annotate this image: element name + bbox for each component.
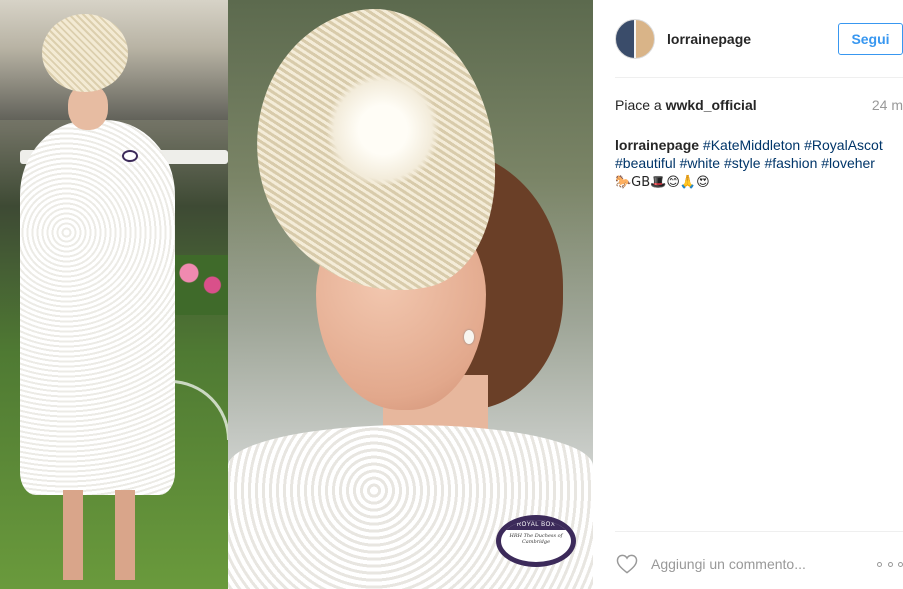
post-viewer: ROYAL BOX HRH The Duchess of Cambridge l… — [0, 0, 903, 589]
badge-title: ROYAL BOX — [501, 520, 571, 530]
post-header: lorrainepage Segui — [615, 0, 903, 78]
hashtag-link[interactable]: #RoyalAscot — [804, 137, 883, 153]
likes-row: Piace a wwkd_official 24 m — [615, 97, 903, 113]
caption: lorrainepage #KateMiddleton #RoyalAscot … — [615, 136, 903, 192]
hashtag-link[interactable]: #fashion — [764, 155, 817, 171]
liker-username[interactable]: wwkd_official — [666, 97, 757, 113]
follow-button[interactable]: Segui — [838, 23, 903, 55]
photo-full-length — [0, 0, 228, 589]
header-username[interactable]: lorrainepage — [667, 31, 751, 47]
hashtag-link[interactable]: #style — [724, 155, 761, 171]
photo-portrait: ROYAL BOX HRH The Duchess of Cambridge — [228, 0, 593, 589]
badge-name: HRH The Duchess of Cambridge — [509, 533, 563, 545]
post-photo[interactable]: ROYAL BOX HRH The Duchess of Cambridge — [0, 0, 593, 589]
likes-prefix: Piace a — [615, 97, 662, 113]
heart-icon[interactable] — [615, 553, 639, 575]
hashtag-link[interactable]: #KateMiddleton — [703, 137, 800, 153]
post-sidebar: lorrainepage Segui Piace a wwkd_official… — [593, 0, 903, 589]
hashtag-link[interactable]: #beautiful — [615, 155, 676, 171]
comment-bar — [615, 548, 903, 580]
hashtag-link[interactable]: #loveher — [821, 155, 875, 171]
post-timestamp[interactable]: 24 m — [872, 97, 903, 113]
badge-small — [122, 150, 138, 162]
more-options-icon[interactable] — [877, 554, 903, 574]
caption-username[interactable]: lorrainepage — [615, 137, 699, 153]
hashtag-link[interactable]: #white — [680, 155, 720, 171]
royal-box-badge: ROYAL BOX HRH The Duchess of Cambridge — [496, 515, 576, 567]
caption-emoji: 🐎GB🎩😊🙏😍 — [615, 175, 710, 190]
comment-input[interactable] — [651, 556, 877, 572]
divider — [615, 531, 903, 532]
avatar[interactable] — [615, 18, 655, 59]
